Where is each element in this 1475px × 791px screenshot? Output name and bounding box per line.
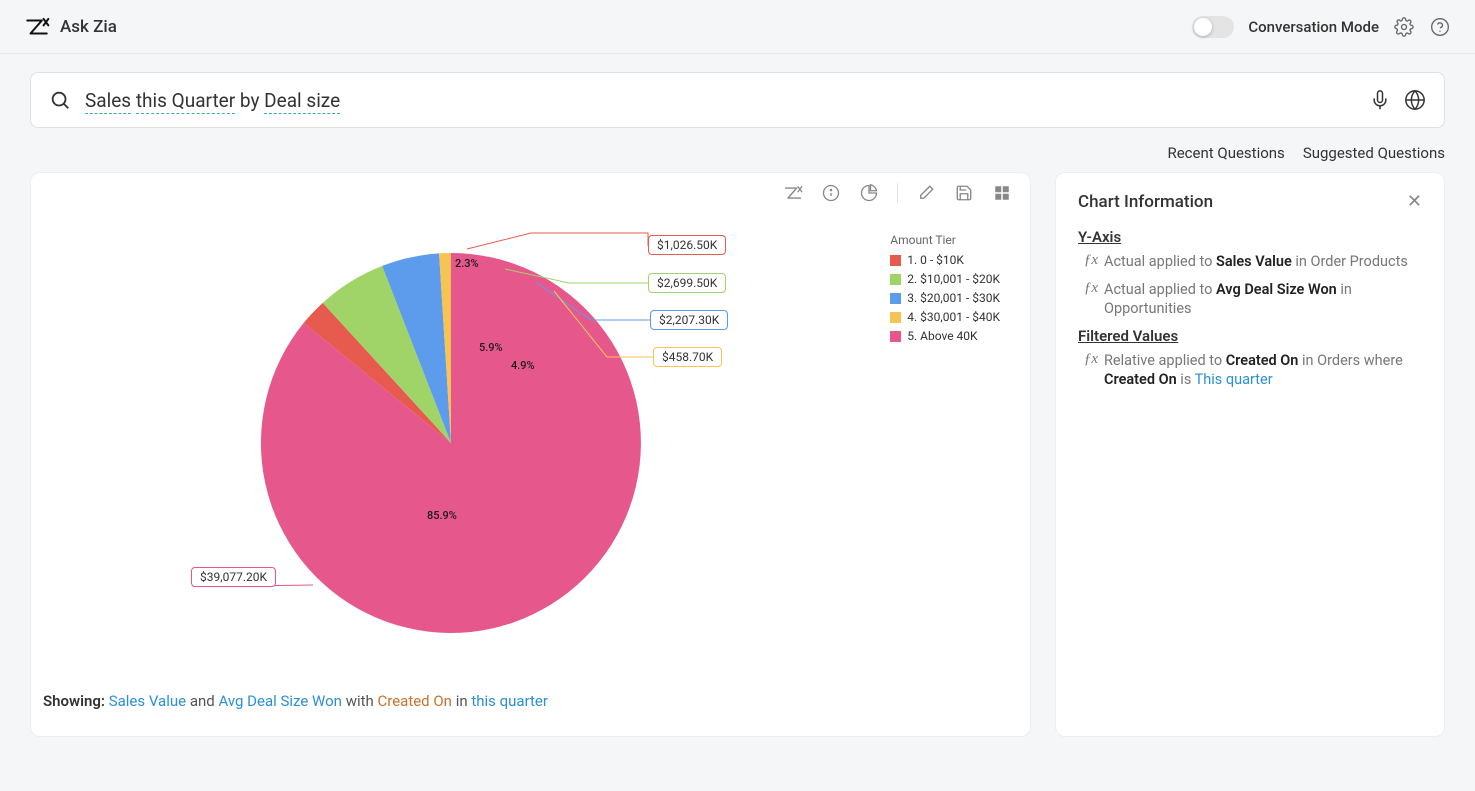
conversation-mode-toggle[interactable]: [1192, 16, 1234, 38]
chart-toolbar: [783, 183, 1012, 203]
chart-type-icon[interactable]: [859, 183, 879, 203]
chart-card: 2.3% 5.9% 4.9% 85.9% $1,026.50K $2,699.5…: [30, 172, 1031, 737]
grid-icon[interactable]: [992, 183, 1012, 203]
suggested-questions-link[interactable]: Suggested Questions: [1303, 144, 1445, 162]
conversation-mode-label: Conversation Mode: [1248, 18, 1379, 36]
filtered-heading: Filtered Values: [1078, 327, 1422, 345]
legend-swatch: [890, 255, 901, 266]
zia-icon[interactable]: [783, 183, 803, 203]
search-query: Sales this Quarter by Deal size: [85, 89, 1356, 112]
fx-icon: ƒx: [1078, 351, 1098, 390]
showing-sales-value[interactable]: Sales Value: [109, 692, 186, 710]
info-icon[interactable]: [821, 183, 841, 203]
globe-icon[interactable]: [1404, 89, 1426, 111]
legend-label: 5. Above 40K: [907, 329, 977, 343]
filter-this-quarter-link[interactable]: This quarter: [1195, 371, 1273, 388]
logo-area: Ask Zia: [24, 14, 117, 40]
header-right: Conversation Mode: [1192, 16, 1451, 38]
legend-item[interactable]: 3. $20,001 - $30K: [890, 291, 1000, 305]
legend-swatch: [890, 331, 901, 342]
callout-0-10k: $1,026.50K: [648, 235, 726, 255]
search-row: Sales this Quarter by Deal size: [0, 54, 1475, 128]
zia-logo-icon: [24, 14, 50, 40]
chart-info-panel: Chart Information ✕ Y-Axis ƒx Actual app…: [1055, 172, 1445, 737]
showing-summary: Showing: Sales Value and Avg Deal Size W…: [43, 692, 548, 710]
showing-created-on[interactable]: Created On: [378, 692, 452, 710]
close-icon[interactable]: ✕: [1407, 191, 1422, 212]
legend-swatch: [890, 274, 901, 285]
pie-chart: [251, 243, 651, 647]
app-title: Ask Zia: [60, 17, 117, 37]
yaxis-line-1: ƒx Actual applied to Sales Value in Orde…: [1078, 252, 1422, 272]
legend-item[interactable]: 2. $10,001 - $20K: [890, 272, 1000, 286]
callout-20-30k: $2,207.30K: [650, 310, 728, 330]
legend-label: 3. $20,001 - $30K: [907, 291, 1000, 305]
search-icon: [49, 89, 71, 111]
settings-icon[interactable]: [1393, 16, 1415, 38]
help-icon[interactable]: [1429, 16, 1451, 38]
legend-title: Amount Tier: [890, 233, 1000, 247]
legend-item[interactable]: 5. Above 40K: [890, 329, 1000, 343]
callout-10-20k: $2,699.50K: [648, 273, 726, 293]
recent-questions-link[interactable]: Recent Questions: [1167, 144, 1284, 162]
legend-label: 1. 0 - $10K: [907, 253, 964, 267]
app-header: Ask Zia Conversation Mode: [0, 0, 1475, 54]
slice-percent-5: 85.9%: [427, 509, 457, 522]
chart-legend: Amount Tier 1. 0 - $10K 2. $10,001 - $20K…: [890, 233, 1000, 348]
callout-above-40k: $39,077.20K: [191, 567, 276, 587]
search-box[interactable]: Sales this Quarter by Deal size: [30, 72, 1445, 128]
legend-item[interactable]: 4. $30,001 - $40K: [890, 310, 1000, 324]
yaxis-heading: Y-Axis: [1078, 228, 1422, 246]
legend-item[interactable]: 1. 0 - $10K: [890, 253, 1000, 267]
legend-swatch: [890, 293, 901, 304]
slice-percent-2: 5.9%: [479, 341, 503, 354]
legend-label: 2. $10,001 - $20K: [907, 272, 1000, 286]
main-area: 2.3% 5.9% 4.9% 85.9% $1,026.50K $2,699.5…: [0, 172, 1475, 763]
showing-avg-deal[interactable]: Avg Deal Size Won: [218, 692, 342, 710]
microphone-icon[interactable]: [1370, 90, 1390, 110]
slice-percent-1: 2.3%: [455, 257, 479, 270]
fx-icon: ƒx: [1078, 252, 1098, 272]
info-panel-title: Chart Information: [1078, 192, 1213, 212]
save-icon[interactable]: [954, 183, 974, 203]
slice-percent-3: 4.9%: [511, 359, 535, 372]
showing-this-quarter[interactable]: this quarter: [471, 692, 548, 710]
fx-icon: ƒx: [1078, 280, 1098, 319]
edit-icon[interactable]: [916, 183, 936, 203]
filter-line-1: ƒx Relative applied to Created On in Ord…: [1078, 351, 1422, 390]
callout-30-40k: $458.70K: [653, 347, 722, 367]
legend-label: 4. $30,001 - $40K: [907, 310, 1000, 324]
yaxis-line-2: ƒx Actual applied to Avg Deal Size Won i…: [1078, 280, 1422, 319]
legend-swatch: [890, 312, 901, 323]
quick-links: Recent Questions Suggested Questions: [0, 128, 1475, 172]
